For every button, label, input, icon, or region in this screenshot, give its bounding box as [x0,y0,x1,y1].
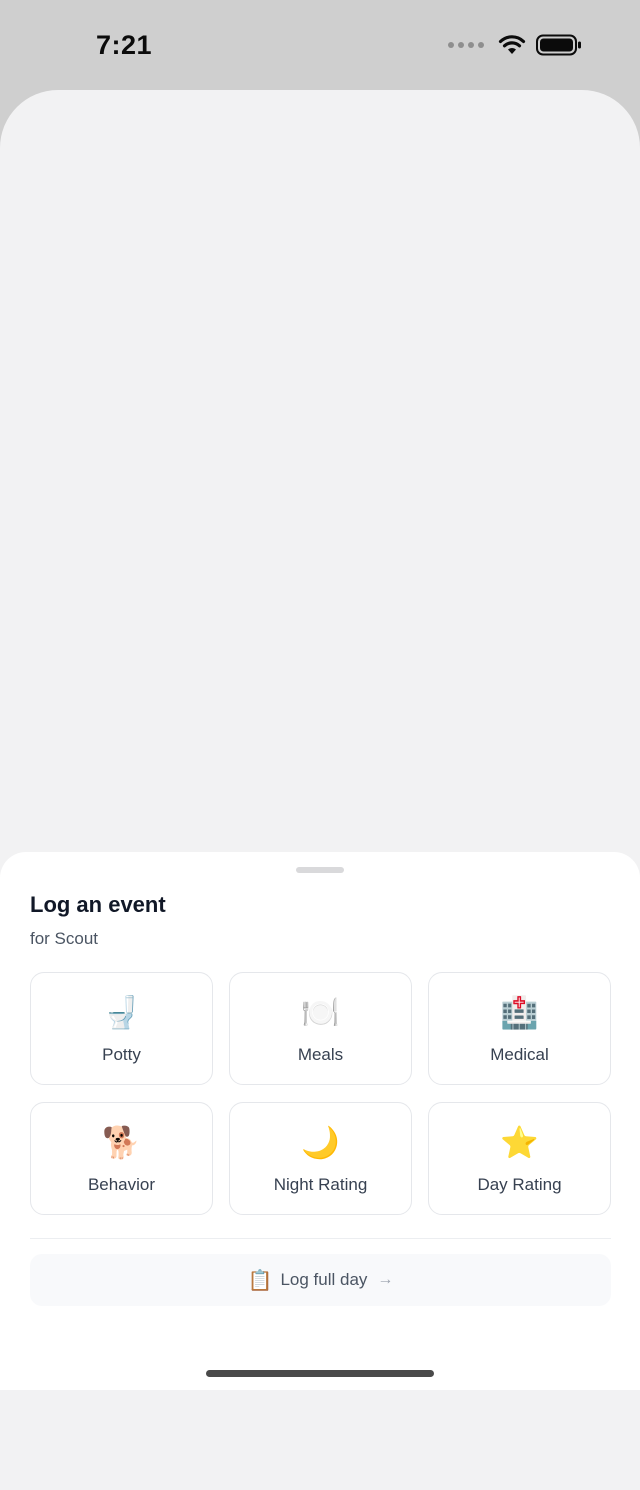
tile-label: Meals [297,1045,344,1064]
signal-dots-icon [448,42,484,48]
meals-button[interactable]: 🍽️ Meals [229,972,412,1085]
event-type-grid: 🚽 Potty 🍽️ Meals 🏥 Medical 🐕 Behavior 🌙 … [30,972,611,1215]
tile-label: Behavior [87,1175,156,1194]
night-rating-button[interactable]: 🌙 Night Rating [229,1102,412,1215]
battery-icon [536,34,581,56]
behavior-button[interactable]: 🐕 Behavior [30,1102,213,1215]
status-bar: 7:21 [0,0,640,92]
tile-label: Night Rating [273,1175,368,1194]
tile-label: Potty [102,1045,141,1064]
tile-label: Medical [490,1045,549,1064]
plate-icon: 🍽️ [301,995,340,1030]
home-indicator[interactable] [206,1370,434,1377]
log-full-day-label: Log full day [280,1270,368,1289]
sheet-grabber[interactable] [296,867,344,873]
dog-icon: 🐕 [102,1125,141,1160]
arrow-right-icon: → [377,1271,394,1288]
status-time: 7:21 [96,30,153,60]
divider [30,1238,611,1239]
log-full-day-button[interactable]: 📋 Log full day → [30,1254,611,1306]
log-event-sheet: Log an event for Scout 🚽 Potty 🍽️ Meals … [0,852,640,1390]
star-icon: ⭐ [500,1125,539,1160]
hospital-icon: 🏥 [500,995,539,1030]
day-rating-button[interactable]: ⭐ Day Rating [428,1102,611,1215]
medical-button[interactable]: 🏥 Medical [428,972,611,1085]
status-icons [448,34,582,56]
sheet-title: Log an event [30,892,166,917]
wifi-icon [498,35,526,54]
moon-icon: 🌙 [301,1125,340,1160]
tile-label: Day Rating [477,1175,562,1194]
sheet-subtitle: for Scout [30,929,99,948]
potty-button[interactable]: 🚽 Potty [30,972,213,1085]
clipboard-icon: 📋 [247,1269,273,1292]
toilet-icon: 🚽 [102,995,141,1030]
